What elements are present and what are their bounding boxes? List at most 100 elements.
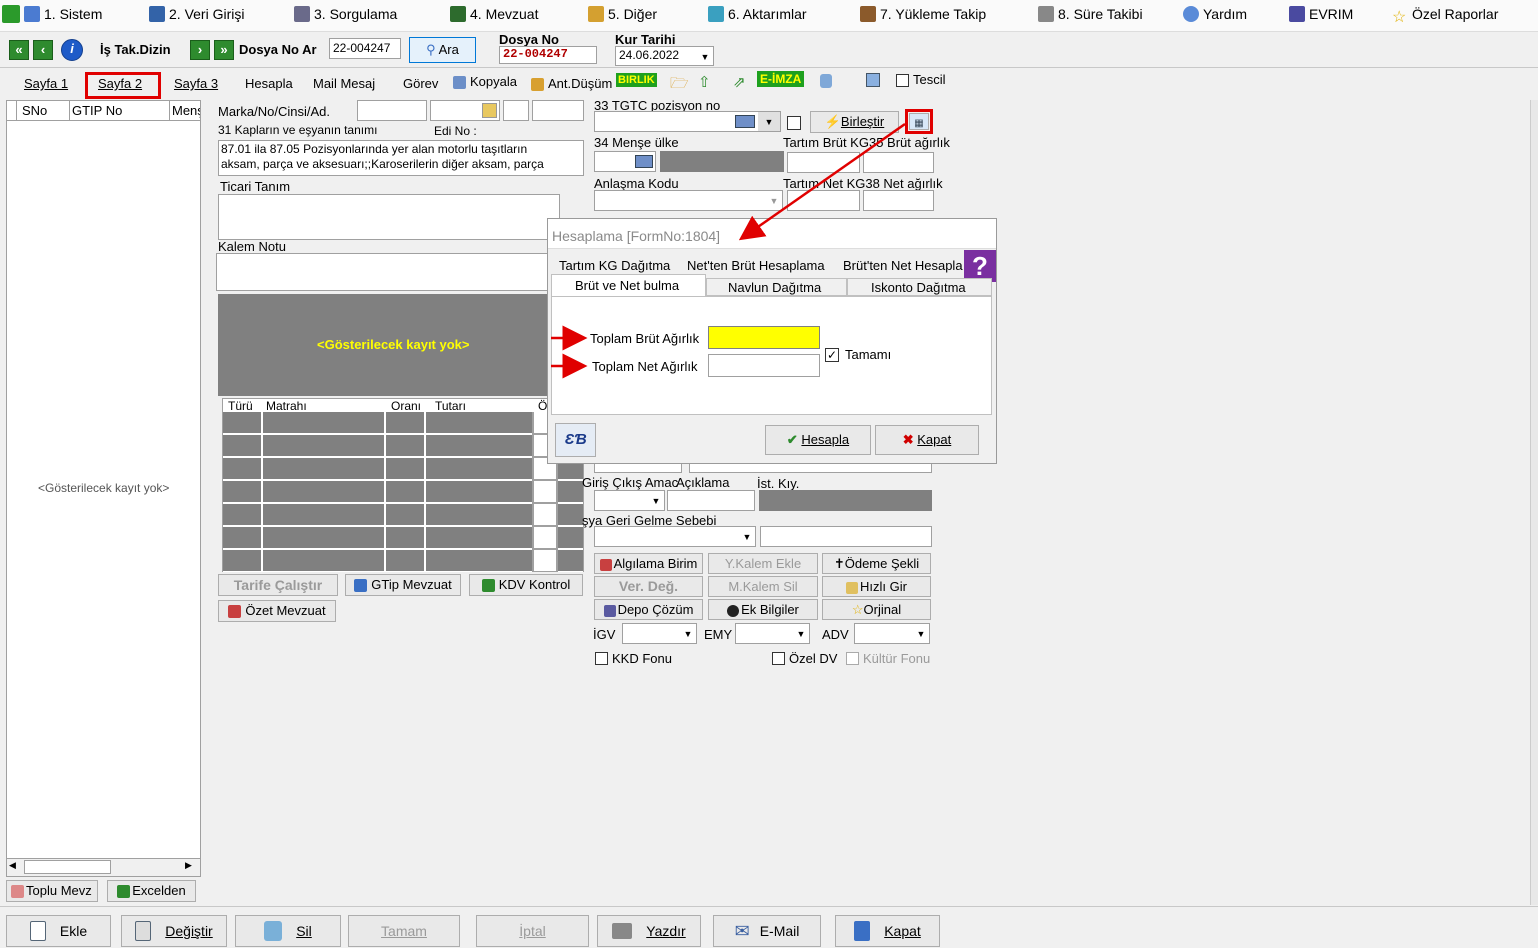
vertical-scrollbar[interactable] <box>1530 100 1538 905</box>
col-mense[interactable]: Menş <box>169 101 200 120</box>
geri-gelme-select[interactable]: ▼ <box>594 526 756 547</box>
tarife-calistir-button[interactable]: Tarife Çalıştır <box>218 574 338 596</box>
scrollbar-thumb[interactable] <box>24 860 111 874</box>
marka-field-1[interactable] <box>357 100 427 121</box>
mense-select[interactable] <box>594 151 656 172</box>
toplu-mevz-button[interactable]: Toplu Mevz <box>6 880 98 902</box>
toplam-brut-input[interactable] <box>708 326 820 349</box>
kdv-kontrol-button[interactable]: KDV Kontrol <box>469 574 583 596</box>
lookup-icon[interactable] <box>735 115 755 128</box>
depo-cozum-button[interactable]: Depo Çözüm <box>594 599 703 620</box>
tab-tartim-kg[interactable]: Tartım KG Dağıtma <box>559 258 670 273</box>
tab-netten-brut[interactable]: Net'ten Brüt Hesaplama <box>687 258 825 273</box>
excelden-button[interactable]: Excelden <box>107 880 196 902</box>
kapat-button[interactable]: Kapat <box>835 915 940 947</box>
tescil-checkbox[interactable] <box>896 74 909 87</box>
tab-brutten-net[interactable]: Brüt'ten Net Hesapla <box>843 258 963 273</box>
menu-item-evrim[interactable]: EVRIM <box>1289 6 1353 22</box>
kultur-fonu-checkbox[interactable] <box>846 652 859 665</box>
igv-select[interactable]: ▼ <box>622 623 697 644</box>
adv-select[interactable]: ▼ <box>854 623 930 644</box>
net-agirlik-input[interactable] <box>863 190 934 211</box>
menu-item-diger[interactable]: 5. Diğer <box>588 6 657 22</box>
sil-button[interactable]: Sil <box>235 915 341 947</box>
degistir-button[interactable]: Değiştir <box>121 915 227 947</box>
tab-gorev[interactable]: Görev <box>403 76 438 91</box>
tax-grid[interactable]: Türü Matrahı Oranı Tutarı Ö <box>222 398 584 572</box>
ant-dusum-button[interactable]: Ant.Düşüm <box>531 76 612 91</box>
ara-button[interactable]: ⚲ Ara <box>409 37 476 63</box>
menu-item-yukleme-takip[interactable]: 7. Yükleme Takip <box>860 6 986 22</box>
tab-sayfa3[interactable]: Sayfa 3 <box>174 76 218 91</box>
dialog-titlebar[interactable]: Hesaplama [FormNo:1804] <box>548 219 996 249</box>
first-record-button[interactable]: « <box>9 40 29 60</box>
folder-open-icon[interactable]: 🗁 <box>670 73 689 98</box>
menu-item-sistem[interactable]: 1. Sistem <box>24 6 102 22</box>
orjinal-button[interactable]: ☆Orjinal <box>822 599 931 620</box>
marka-field-4[interactable] <box>532 100 584 121</box>
marka-field-2[interactable] <box>430 100 500 121</box>
ozet-mevzuat-button[interactable]: Özet Mevzuat <box>218 600 336 622</box>
lookup-icon[interactable] <box>635 155 653 168</box>
birlestir-button[interactable]: ⚡Birleştir <box>810 111 899 133</box>
search-doc-icon[interactable] <box>866 73 880 87</box>
menu-item-yardim[interactable]: Yardım <box>1183 6 1247 22</box>
horizontal-scrollbar[interactable]: ◀ ▶ <box>7 858 200 876</box>
e-imza-button[interactable]: E-İMZA <box>757 71 805 87</box>
ver-deg-button[interactable]: Ver. Değ. <box>594 576 703 597</box>
anlasma-kodu-select[interactable]: ▼ <box>594 190 783 211</box>
gtip-mevzuat-button[interactable]: GTip Mevzuat <box>345 574 461 596</box>
tgtc-select[interactable]: ▼ <box>594 111 781 132</box>
menu-item-sorgulama[interactable]: 3. Sorgulama <box>294 6 397 22</box>
birlik-button[interactable]: BIRLIK <box>616 73 657 87</box>
kkd-fonu-checkbox[interactable] <box>595 652 608 665</box>
tab-navlun-dagitma[interactable]: Navlun Dağıtma <box>706 278 847 296</box>
tab-iskonto-dagitma[interactable]: Iskonto Dağıtma <box>847 278 992 296</box>
marka-field-3[interactable] <box>503 100 529 121</box>
m-kalem-sil-button[interactable]: M.Kalem Sil <box>708 576 818 597</box>
info-icon[interactable]: i <box>61 39 83 61</box>
tamam-button[interactable]: Tamam <box>348 915 460 947</box>
folder-export-icon[interactable]: ⇗ <box>733 73 746 91</box>
algilama-birim-button[interactable]: Algılama Birim <box>594 553 703 574</box>
kopyala-button[interactable]: Kopyala <box>453 74 517 89</box>
scroll-left-icon[interactable]: ◀ <box>9 860 16 871</box>
yazdir-button[interactable]: Yazdır <box>597 915 701 947</box>
tartim-brut-input[interactable] <box>787 152 860 173</box>
kur-tarihi-select[interactable]: 24.06.2022 ▼ <box>615 46 714 66</box>
edit-icon[interactable] <box>482 103 497 118</box>
brut-agirlik-input[interactable] <box>863 152 934 173</box>
tgtc-checkbox[interactable] <box>787 116 801 130</box>
menu-item-mevzuat[interactable]: 4. Mevzuat <box>450 6 538 22</box>
aciklama-input[interactable] <box>667 490 755 511</box>
tab-hesapla[interactable]: Hesapla <box>245 76 293 91</box>
giris-cikis-select[interactable]: ▼ <box>594 490 665 511</box>
usb-icon[interactable] <box>820 74 832 88</box>
previous-record-button[interactable]: ‹ <box>33 40 53 60</box>
tab-sayfa1[interactable]: Sayfa 1 <box>24 76 68 91</box>
tab-brut-net-bulma[interactable]: Brüt ve Net bulma <box>551 274 706 296</box>
email-button[interactable]: ✉ E-Mail <box>713 915 821 947</box>
item-list-grid[interactable]: SNo GTIP No Menş <Gösterilecek kayıt yok… <box>6 100 201 877</box>
col-sno[interactable]: SNo <box>22 103 47 118</box>
hesapla-button[interactable]: ✔ Hesapla <box>765 425 871 455</box>
kalem-notu-textarea[interactable] <box>216 253 560 291</box>
ek-bilgiler-button[interactable]: Ek Bilgiler <box>708 599 818 620</box>
menu-item-sure-takibi[interactable]: 8. Süre Takibi <box>1038 6 1143 22</box>
iptal-button[interactable]: İptal <box>476 915 589 947</box>
y-kalem-ekle-button[interactable]: Y.Kalem Ekle <box>708 553 818 574</box>
next-record-button[interactable]: › <box>190 40 210 60</box>
geri-gelme-input[interactable] <box>760 526 932 547</box>
ozel-dv-checkbox[interactable] <box>772 652 785 665</box>
esya-tanimi-textarea[interactable]: 87.01 ila 87.05 Pozisyonlarında yer alan… <box>218 140 584 176</box>
toplam-net-input[interactable] <box>708 354 820 377</box>
col-gtip[interactable]: GTIP No <box>69 101 122 120</box>
tab-mail-mesaj[interactable]: Mail Mesaj <box>313 76 375 91</box>
kapat-dialog-button[interactable]: ✖ Kapat <box>875 425 979 455</box>
ticari-tanim-textarea[interactable] <box>218 194 560 240</box>
tartim-net-input[interactable] <box>787 190 860 211</box>
eb-logo-icon[interactable]: ƐƁ <box>555 423 596 457</box>
folder-up-icon[interactable]: ⇧ <box>698 73 711 91</box>
last-record-button[interactable]: » <box>214 40 234 60</box>
odeme-sekli-button[interactable]: ✝Ödeme Şekli <box>822 553 931 574</box>
